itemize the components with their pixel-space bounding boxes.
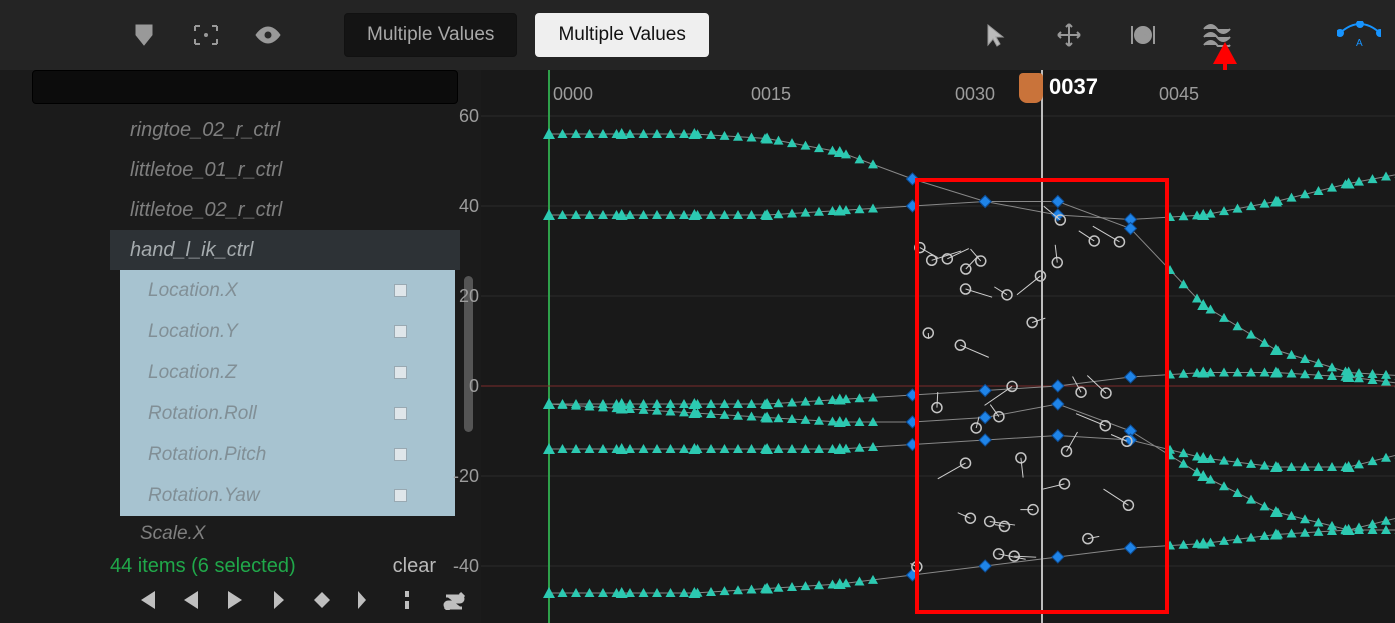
shield-icon[interactable] [122,13,166,57]
y-tick: 20 [425,286,479,307]
checkbox[interactable] [394,325,407,338]
checkbox[interactable] [394,407,407,420]
focus-icon[interactable] [184,13,228,57]
checkbox[interactable] [394,448,407,461]
loop-icon[interactable] [440,586,468,614]
prop-row-unselected[interactable]: Scale.X [110,516,460,552]
curves[interactable] [481,70,1395,623]
prop-label: Location.X [148,280,238,302]
prop-label: Rotation.Roll [148,403,257,425]
playhead-flag[interactable] [1019,73,1043,103]
y-tick: -20 [425,466,479,487]
checkbox[interactable] [394,489,407,502]
tree-item[interactable]: ringtoe_02_r_ctrl [110,110,460,150]
prop-row[interactable]: Rotation.Yaw [120,475,455,516]
play-back-icon[interactable] [176,586,204,614]
y-tick: -40 [425,556,479,577]
curve-editor[interactable]: 60 40 20 0 -20 -40 0000 0015 0030 0045 0… [481,70,1395,623]
status-bar: 44 items (6 selected) clear [110,548,460,584]
frame-one-icon[interactable] [396,586,424,614]
dropdown-multi-b[interactable]: Multiple Values [535,13,708,57]
y-tick: 60 [425,106,479,127]
dropdown-multi-a[interactable]: Multiple Values [344,13,517,57]
cursor-icon[interactable] [973,13,1017,57]
y-tick: 0 [425,376,479,397]
eye-icon[interactable] [246,13,290,57]
step-fwd-icon[interactable] [264,586,292,614]
svg-text:A: A [1356,38,1363,49]
playhead-value: 0037 [1049,74,1098,100]
transport-bar [132,586,468,614]
prop-label: Rotation.Pitch [148,444,266,466]
prop-label: Location.Z [148,362,237,384]
property-list: Location.X Location.Y Location.Z Rotatio… [120,270,455,516]
tree-item[interactable]: littletoe_01_r_ctrl [110,150,460,190]
prop-row[interactable]: Location.Y [120,311,455,352]
tree-item-selected[interactable]: hand_l_ik_ctrl [110,230,460,270]
time-icon[interactable] [1121,13,1165,57]
outliner-tree: ringtoe_02_r_ctrl littletoe_01_r_ctrl li… [110,110,460,270]
prop-label: Location.Y [148,321,238,343]
play-icon[interactable] [220,586,248,614]
status-count: 44 items (6 selected) [110,555,296,578]
prop-row[interactable]: Rotation.Pitch [120,434,455,475]
tree-item[interactable]: littletoe_02_r_ctrl [110,190,460,230]
prop-row[interactable]: Location.Z [120,352,455,393]
prev-key-icon[interactable] [132,586,160,614]
prop-row[interactable]: Location.X [120,270,455,311]
toolbar: Multiple Values Multiple Values A [0,0,1395,70]
search-input[interactable] [32,70,458,104]
checkbox[interactable] [394,284,407,297]
sidebar: ringtoe_02_r_ctrl littletoe_01_r_ctrl li… [0,70,481,623]
step-end-icon[interactable] [352,586,380,614]
checkbox[interactable] [394,366,407,379]
playhead[interactable]: 0037 [1041,70,1043,623]
keyframe-icon[interactable] [308,586,336,614]
y-tick: 40 [425,196,479,217]
prop-label: Rotation.Yaw [148,485,260,507]
auto-tangent-icon[interactable]: A [1337,13,1381,57]
move-icon[interactable] [1047,13,1091,57]
prop-row[interactable]: Rotation.Roll [120,393,455,434]
